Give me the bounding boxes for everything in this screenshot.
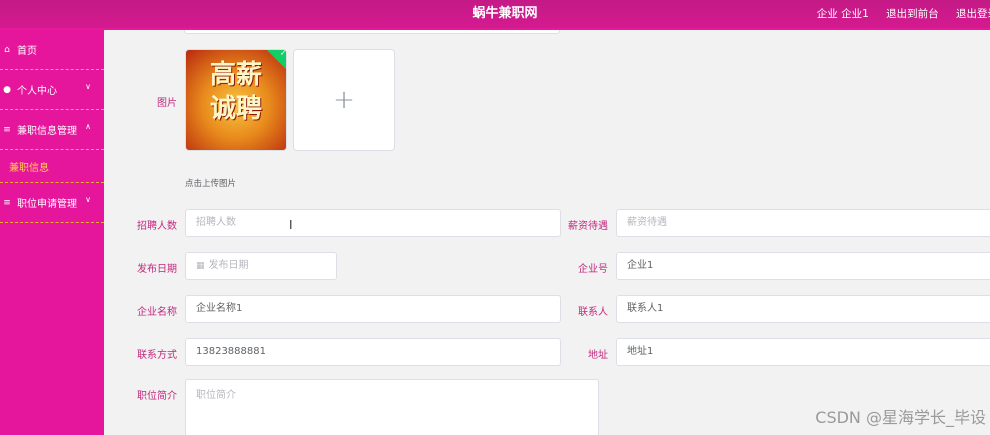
chevron-up-icon: ∧ [85,122,91,131]
recruit-count-label: 招聘人数 [137,221,177,232]
phone-input[interactable]: 13823888881 [185,338,561,366]
recruit-count-input[interactable]: 招聘人数 [185,209,561,237]
company-name-input[interactable]: 企业名称1 [185,295,561,323]
text-cursor-icon: I [289,218,293,232]
top-bar: 蜗牛兼职网 企业 企业1 退出到前台 退出登录 [0,0,990,30]
publish-date-picker[interactable]: ▦ 发布日期 [185,252,337,280]
thumbnail-text: 诚聘 [209,94,262,124]
upload-hint: 点击上传图片 [185,179,237,189]
contact-label: 联系人 [578,307,608,318]
sidebar-subitem-parttime-info[interactable]: 兼职信息 [0,150,104,183]
check-icon: ✓ [279,49,287,58]
home-icon: ⌂ [4,44,10,55]
company-no-label: 企业号 [578,264,608,275]
salary-label: 薪资待遇 [568,221,608,232]
address-input[interactable]: 地址1 [616,338,990,366]
sidebar-item-parttime-manage[interactable]: ≡ 兼职信息管理 ∧ [0,110,104,150]
current-user-link[interactable]: 企业 企业1 [817,8,869,20]
thumbnail-text: 高薪 [209,60,262,90]
list-icon: ≡ [3,197,11,208]
publish-date-placeholder: 发布日期 [208,260,249,271]
logout-link[interactable]: 退出登录 [956,8,990,20]
form-area: 图片 高薪 诚聘 ✓ + 点击上传图片 招聘人数 招聘人数 I 薪资待遇 薪资待… [104,30,990,435]
company-no-input[interactable]: 企业1 [616,252,990,280]
calendar-icon: ▦ [196,261,205,271]
list-icon: ≡ [3,124,11,135]
contact-input[interactable]: 联系人1 [616,295,990,323]
company-name-label: 企业名称 [137,307,177,318]
sidebar-item-application-manage[interactable]: ≡ 职位申请管理 ∨ [0,183,104,223]
image-upload-button[interactable]: + [293,49,395,151]
chevron-down-icon: ∨ [85,82,91,91]
sidebar-item-label: 个人中心 [17,86,57,97]
uploaded-image-thumbnail[interactable]: 高薪 诚聘 ✓ [185,49,287,151]
intro-label: 职位简介 [137,391,177,402]
user-icon: ● [3,84,11,95]
address-label: 地址 [588,350,608,361]
previous-input-field[interactable] [184,30,560,34]
sidebar-item-profile[interactable]: ● 个人中心 ∨ [0,70,104,110]
phone-label: 联系方式 [137,350,177,361]
image-label: 图片 [157,98,177,109]
sidebar: ⌂ 首页 ● 个人中心 ∨ ≡ 兼职信息管理 ∧ 兼职信息 ≡ 职位申请管理 ∨ [0,30,104,435]
intro-textarea[interactable]: 职位简介 [185,379,599,435]
sidebar-item-home[interactable]: ⌂ 首页 [0,30,104,70]
sidebar-item-label: 首页 [17,46,37,57]
salary-input[interactable]: 薪资待遇 [616,209,990,237]
sidebar-item-label: 职位申请管理 [17,199,77,210]
top-actions: 企业 企业1 退出到前台 退出登录 [803,0,990,28]
back-to-front-link[interactable]: 退出到前台 [886,8,939,20]
sidebar-item-label: 兼职信息 [9,162,49,174]
sidebar-item-label: 兼职信息管理 [17,126,77,137]
watermark-text: CSDN @星海学长_毕设 [815,408,986,427]
chevron-down-icon: ∨ [85,195,91,204]
publish-date-label: 发布日期 [137,264,177,275]
